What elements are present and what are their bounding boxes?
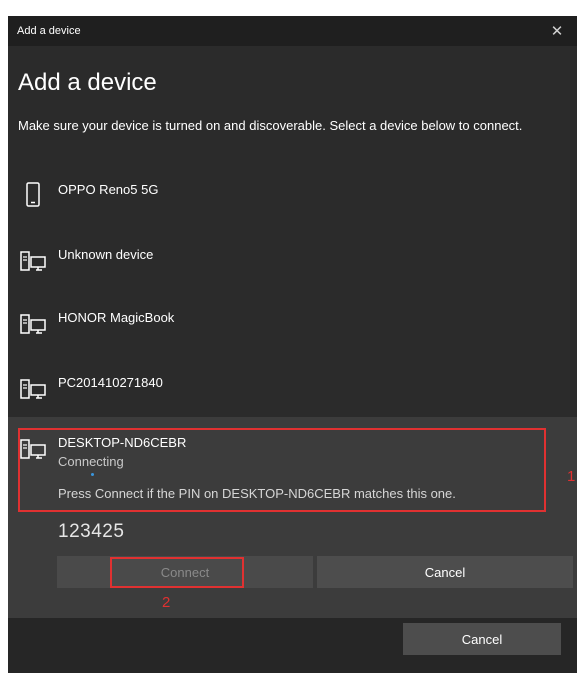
- title-bar: Add a device ✕: [8, 16, 577, 46]
- computer-icon: [20, 314, 46, 334]
- device-item-unknown-device[interactable]: Unknown device: [8, 229, 577, 287]
- cancel-button[interactable]: Cancel: [403, 623, 561, 655]
- device-name: PC201410271840: [58, 375, 163, 390]
- close-icon: ✕: [550, 23, 564, 40]
- device-name: OPPO Reno5 5G: [58, 182, 159, 197]
- page-title: Add a device: [18, 69, 157, 96]
- device-item-pc201410271840[interactable]: PC201410271840: [8, 357, 577, 415]
- device-item-oppo-reno5[interactable]: OPPO Reno5 5G: [8, 163, 577, 221]
- annotation-label-2: 2: [162, 594, 171, 611]
- instructions-text: Make sure your device is turned on and d…: [18, 118, 523, 133]
- pin-code: 123425: [58, 521, 125, 542]
- annotation-box-2: [110, 557, 244, 588]
- cancel-pairing-button[interactable]: Cancel: [317, 556, 573, 588]
- computer-icon: [20, 251, 46, 271]
- device-item-honor-magicbook[interactable]: HONOR MagicBook: [8, 292, 577, 350]
- device-name: HONOR MagicBook: [58, 310, 175, 325]
- annotation-box-1: [18, 428, 546, 512]
- dialog-footer: Cancel: [8, 618, 577, 673]
- phone-icon: [26, 182, 40, 207]
- close-button[interactable]: ✕: [537, 16, 577, 46]
- computer-icon: [20, 379, 46, 399]
- add-device-dialog: Add a device ✕ Add a device Make sure yo…: [8, 16, 577, 673]
- device-name: Unknown device: [58, 247, 154, 262]
- annotation-label-1: 1: [567, 468, 576, 485]
- window-title: Add a device: [17, 25, 81, 37]
